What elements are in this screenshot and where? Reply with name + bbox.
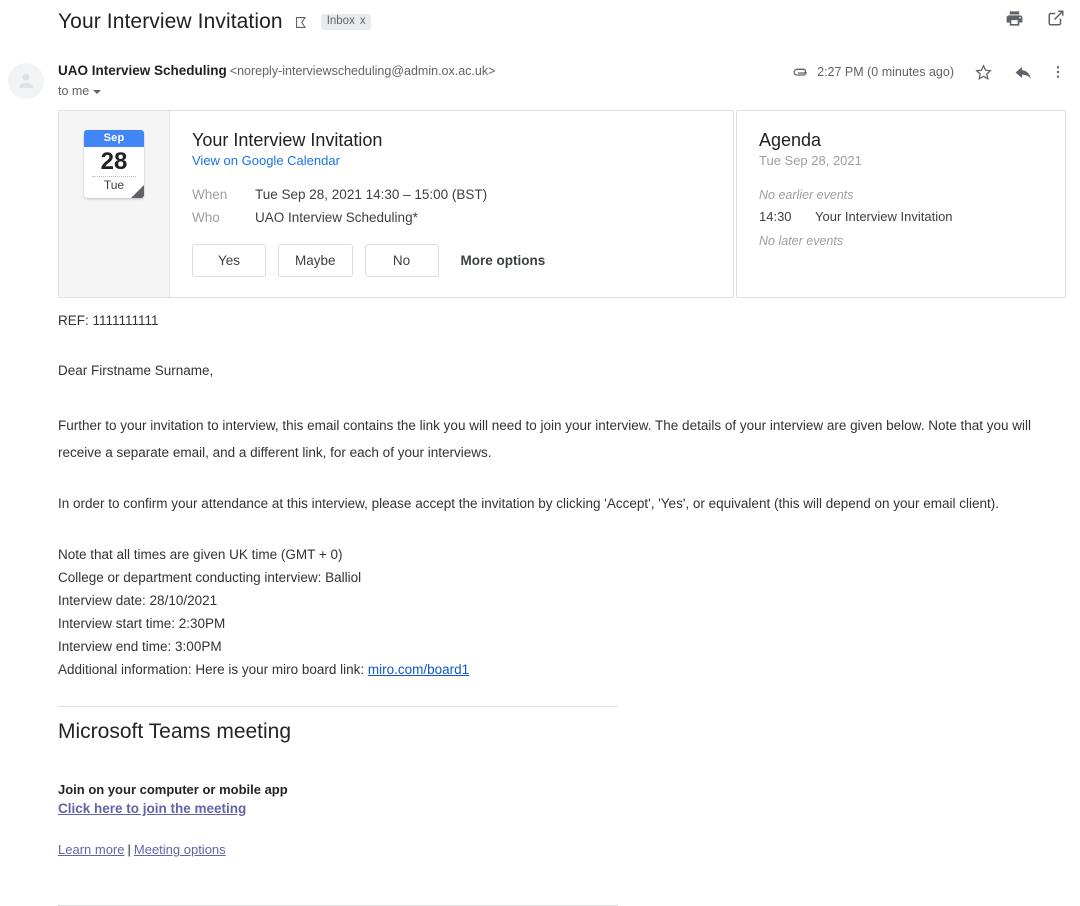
more-options-kebab-icon[interactable] xyxy=(1050,61,1066,83)
message-timestamp: 2:27 PM (0 minutes ago) xyxy=(817,65,954,79)
rsvp-button-row: Yes Maybe No More options xyxy=(192,244,733,277)
view-on-google-calendar-link[interactable]: View on Google Calendar xyxy=(192,153,340,168)
open-in-new-window-icon[interactable] xyxy=(1046,8,1066,28)
agenda-date: Tue Sep 28, 2021 xyxy=(759,152,1065,170)
detail-line-end-time: Interview end time: 3:00PM xyxy=(58,635,1070,658)
teams-meeting-options-link[interactable]: Meeting options xyxy=(134,842,226,857)
agenda-no-earlier-events: No earlier events xyxy=(759,186,1065,204)
agenda-title: Agenda xyxy=(759,129,1065,151)
more-options-link[interactable]: More options xyxy=(461,253,546,268)
recipient-row[interactable]: to me xyxy=(58,82,495,100)
field-value-when: Tue Sep 28, 2021 14:30 – 15:00 (BST) xyxy=(255,183,487,206)
message-meta-actions: 2:27 PM (0 minutes ago) xyxy=(792,61,1066,83)
important-marker-icon[interactable] xyxy=(293,13,311,31)
invitation-field-who: Who UAO Interview Scheduling* xyxy=(192,206,733,229)
detail-line-start-time: Interview start time: 2:30PM xyxy=(58,612,1070,635)
paperclip-icon xyxy=(792,64,809,81)
sender-email: <noreply-interviewscheduling@admin.ox.ac… xyxy=(230,64,496,78)
agenda-no-later-events: No later events xyxy=(759,232,1065,250)
agenda-event-time: 14:30 xyxy=(759,204,799,230)
calendar-date-chip: Sep 28 Tue xyxy=(84,130,144,198)
reference-number: REF: 1111111111 xyxy=(58,312,1070,329)
interview-details-list: Note that all times are given UK time (G… xyxy=(58,543,1070,681)
sender-line: UAO Interview Scheduling<noreply-intervi… xyxy=(58,62,495,80)
detail-line-timezone: Note that all times are given UK time (G… xyxy=(58,543,1070,566)
avatar[interactable] xyxy=(8,63,44,99)
sender-info: UAO Interview Scheduling<noreply-intervi… xyxy=(58,62,495,100)
divider-above-teams-section xyxy=(58,706,618,707)
label-chip-remove-icon[interactable]: x xyxy=(360,16,366,28)
field-label-who: Who xyxy=(192,206,255,229)
label-chip-inbox[interactable]: Inbox x xyxy=(321,14,371,31)
date-chip-month: Sep xyxy=(84,130,144,147)
detail-line-additional-info: Additional information: Here is your mir… xyxy=(58,658,1070,681)
field-label-when: When xyxy=(192,183,255,206)
field-value-who: UAO Interview Scheduling* xyxy=(255,206,418,229)
label-chip-text: Inbox xyxy=(327,16,355,28)
detail-line-date: Interview date: 28/10/2021 xyxy=(58,589,1070,612)
invitation-field-when: When Tue Sep 28, 2021 14:30 – 15:00 (BST… xyxy=(192,183,733,206)
reply-arrow-icon[interactable] xyxy=(1012,61,1034,83)
agenda-event-row[interactable]: 14:30 Your Interview Invitation xyxy=(759,204,1065,230)
detail-line-college: College or department conducting intervi… xyxy=(58,566,1070,589)
invitation-details-panel: Your Interview Invitation View on Google… xyxy=(170,111,733,297)
print-icon[interactable] xyxy=(1004,8,1024,28)
invitation-fields: When Tue Sep 28, 2021 14:30 – 15:00 (BST… xyxy=(192,183,733,229)
subject-header-row: Your Interview Invitation Inbox x xyxy=(0,0,1080,44)
teams-links-separator: | xyxy=(124,842,133,857)
email-body: REF: 1111111111 Dear Firstname Surname, … xyxy=(58,312,1070,681)
star-icon[interactable] xyxy=(972,61,994,83)
date-chip-fold-corner-icon xyxy=(131,185,144,198)
page-title: Your Interview Invitation xyxy=(58,10,283,34)
greeting-line: Dear Firstname Surname, xyxy=(58,362,1070,379)
header-actions xyxy=(1004,8,1066,28)
teams-learn-more-link[interactable]: Learn more xyxy=(58,842,124,857)
rsvp-yes-button[interactable]: Yes xyxy=(192,244,266,277)
calendar-invitation-card: Sep 28 Tue Your Interview Invitation Vie… xyxy=(58,110,734,298)
miro-board-link[interactable]: miro.com/board1 xyxy=(368,662,469,677)
body-paragraph-2: In order to confirm your attendance at t… xyxy=(58,490,1070,517)
invitation-date-panel: Sep 28 Tue xyxy=(59,111,170,297)
chevron-down-icon[interactable] xyxy=(93,90,101,94)
recipient-label: to me xyxy=(58,82,89,100)
invitation-title: Your Interview Invitation xyxy=(192,129,733,151)
date-chip-day: 28 xyxy=(84,147,144,175)
additional-info-text: Additional information: Here is your mir… xyxy=(58,662,368,677)
agenda-card: Agenda Tue Sep 28, 2021 No earlier event… xyxy=(736,110,1066,298)
rsvp-no-button[interactable]: No xyxy=(365,244,439,277)
rsvp-maybe-button[interactable]: Maybe xyxy=(278,244,353,277)
teams-join-label: Join on your computer or mobile app xyxy=(58,781,288,798)
sender-name: UAO Interview Scheduling xyxy=(58,63,227,78)
teams-join-meeting-link[interactable]: Click here to join the meeting xyxy=(58,800,246,817)
teams-footer-links: Learn more|Meeting options xyxy=(58,841,226,858)
body-paragraph-1: Further to your invitation to interview,… xyxy=(58,412,1066,466)
teams-meeting-heading: Microsoft Teams meeting xyxy=(58,718,291,746)
agenda-event-title: Your Interview Invitation xyxy=(815,204,953,230)
